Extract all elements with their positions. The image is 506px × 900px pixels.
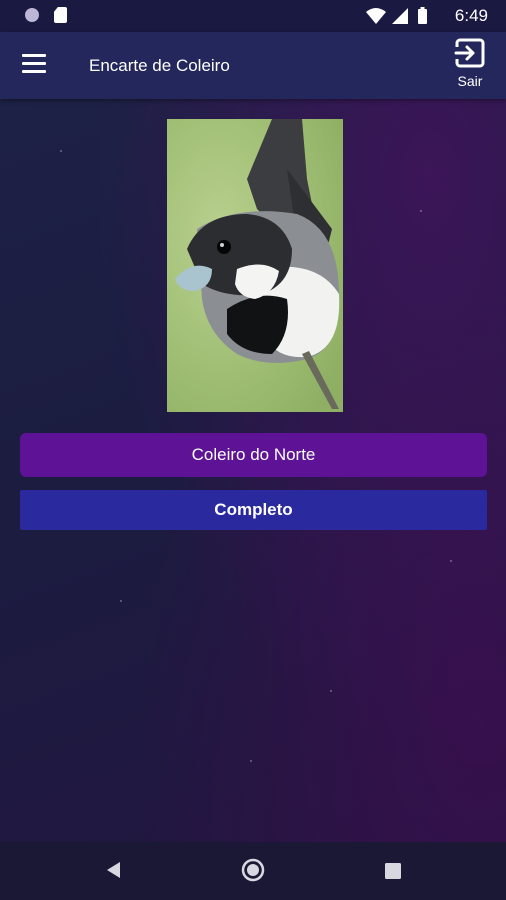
background-star	[450, 560, 452, 562]
system-nav-bar	[0, 842, 506, 900]
exit-button[interactable]: Sair	[452, 37, 488, 95]
wifi-icon	[366, 8, 386, 24]
home-icon[interactable]	[241, 858, 265, 882]
hamburger-menu-icon[interactable]	[22, 54, 48, 76]
exit-label: Sair	[457, 73, 483, 89]
status-icons	[366, 7, 427, 24]
page-title: Encarte de Coleiro	[89, 56, 230, 75]
back-icon[interactable]	[104, 860, 122, 880]
background-star	[420, 210, 422, 212]
complete-button[interactable]: Completo	[20, 490, 487, 530]
battery-icon	[418, 7, 427, 24]
background-star	[60, 150, 62, 152]
status-time: 6:49	[454, 6, 488, 25]
sd-card-icon	[54, 7, 67, 23]
bird-photo	[167, 119, 343, 412]
background-star	[330, 690, 332, 692]
recent-apps-icon[interactable]	[384, 862, 402, 880]
bird-name-button[interactable]: Coleiro do Norte	[20, 433, 487, 477]
status-bar: 6:49	[0, 0, 506, 32]
exit-icon	[454, 38, 485, 68]
app-bar: Encarte de Coleiro Sair	[0, 32, 506, 99]
signal-icon	[392, 8, 408, 24]
background-star	[120, 600, 122, 602]
background-star	[250, 760, 252, 762]
circle-indicator-icon	[25, 8, 39, 22]
app-screen: 6:49 Encarte de Coleiro Sair Coleiro do …	[0, 0, 506, 900]
